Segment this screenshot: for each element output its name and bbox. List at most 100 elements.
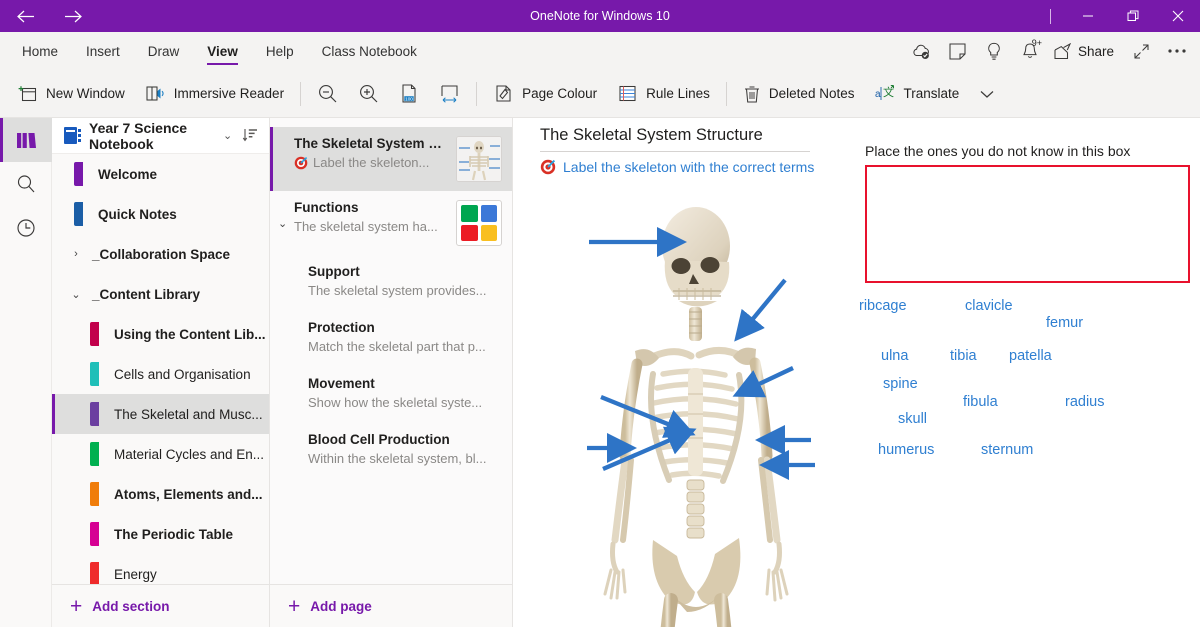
notebook-header[interactable]: Year 7 Science Notebook ⌄ [52,118,269,154]
word-patella[interactable]: patella [1009,348,1052,364]
minimize-button[interactable] [1065,0,1110,32]
share-button[interactable]: Share [1049,34,1122,68]
sidebar-item-welcome[interactable]: Welcome [52,154,269,194]
sidebar-item-label: The Skeletal and Musc... [114,406,263,422]
sidebar-item-material-cycles[interactable]: Material Cycles and En... [52,434,269,474]
tab-home[interactable]: Home [8,32,72,70]
sidebar-group-collaboration-space[interactable]: › _Collaboration Space [52,234,269,274]
toolbar-divider-3 [725,81,727,106]
annotation-arrow-ribcage [732,366,794,398]
tab-draw[interactable]: Draw [134,32,194,70]
ribbon-right-actions: 9+ Share [905,32,1194,70]
trash-icon [743,84,761,104]
left-navigation-rail [0,118,52,627]
add-page-button[interactable]: + Add page [270,584,512,627]
page-item-subtitle: The skeletal system ha... [294,219,438,234]
ellipsis-icon[interactable] [1160,34,1194,68]
page-colour-button[interactable]: Page Colour [483,75,607,113]
word-sternum[interactable]: sternum [981,442,1033,458]
recent-clock-icon[interactable] [0,206,52,250]
page-item-protection[interactable]: Protection Match the skeletal part that … [270,311,512,367]
search-icon[interactable] [0,162,52,206]
chevron-down-icon[interactable]: ⌄ [223,129,232,142]
deleted-notes-button[interactable]: Deleted Notes [733,75,865,113]
word-ribcage[interactable]: ribcage [859,298,907,314]
rule-lines-label: Rule Lines [646,86,710,101]
window-controls [1050,0,1200,32]
skeleton-image[interactable] [553,188,883,627]
sidebar-item-energy[interactable]: Energy [52,554,269,584]
new-window-button[interactable]: New Window [8,75,135,113]
zoom-in-button[interactable] [348,75,389,113]
lightbulb-tellme-icon[interactable] [977,34,1011,68]
expand-diagonal-icon[interactable] [1124,34,1158,68]
word-spine[interactable]: spine [883,376,918,392]
word-tibia[interactable]: tibia [950,348,977,364]
sidebar-item-periodic-table[interactable]: The Periodic Table [52,514,269,554]
sidebar-item-quick-notes[interactable]: Quick Notes [52,194,269,234]
maximize-restore-button[interactable] [1110,0,1155,32]
new-window-icon [18,84,38,103]
notifications-bell-icon[interactable]: 9+ [1013,34,1047,68]
word-ulna[interactable]: ulna [881,348,908,364]
tab-class-notebook[interactable]: Class Notebook [308,32,431,70]
translate-button[interactable]: a 文 Translate [864,75,969,113]
tab-view[interactable]: View [193,32,252,70]
sidebar-item-skeletal-and-muscular[interactable]: The Skeletal and Musc... [52,394,269,434]
chevron-right-icon[interactable]: › [66,248,86,260]
toolbar-overflow-button[interactable] [969,75,1005,113]
page-item-blood-cell-production[interactable]: Blood Cell Production Within the skeleta… [270,423,512,479]
sidebar-item-cells-and-organisation[interactable]: Cells and Organisation [52,354,269,394]
rule-lines-button[interactable]: Rule Lines [607,75,720,113]
page-item-skeletal-system-structure[interactable]: The Skeletal System St... Label the skel… [270,127,512,191]
notebooks-icon[interactable] [0,118,52,162]
word-clavicle[interactable]: clavicle [965,298,1013,314]
page-title[interactable]: The Skeletal System Structure [540,126,810,152]
learning-objective[interactable]: Label the skeleton with the correct term… [540,159,814,175]
sidebar-item-using-content-library[interactable]: Using the Content Lib... [52,314,269,354]
share-label: Share [1077,43,1114,59]
sidebar-group-content-library[interactable]: ⌄ _Content Library [52,274,269,314]
unknown-words-dropbox[interactable] [865,165,1190,283]
word-radius[interactable]: radius [1065,394,1105,410]
chevron-down-icon[interactable]: ⌄ [66,288,86,301]
sidebar-item-label: Using the Content Lib... [114,326,266,342]
back-arrow-icon[interactable] [10,1,40,31]
sidebar-item-atoms-elements[interactable]: Atoms, Elements and... [52,474,269,514]
page-item-functions[interactable]: ⌄ Functions The skeletal system ha... [270,191,512,255]
grid-cell-green [461,205,478,222]
add-section-button[interactable]: + Add section [52,584,269,627]
tab-help[interactable]: Help [252,32,308,70]
page-item-movement[interactable]: Movement Show how the skeletal syste... [270,367,512,423]
tab-insert[interactable]: Insert [72,32,134,70]
section-list: Welcome Quick Notes › _Collaboration Spa… [52,154,269,584]
rule-lines-icon [617,84,638,103]
page-item-title: Protection [308,320,375,335]
skeleton-thumbnail [456,136,502,182]
close-button[interactable] [1155,0,1200,32]
word-skull[interactable]: skull [898,411,927,427]
zoom-100-button[interactable]: 100 [389,75,429,113]
page-item-subtitle: Match the skeletal part that p... [308,339,486,354]
page-item-subtitle-row: Label the skeleton... [294,155,450,170]
section-colour-swatch [90,442,99,466]
sync-cloud-icon[interactable] [905,34,939,68]
immersive-reader-button[interactable]: Immersive Reader [135,75,294,113]
forward-arrow-icon[interactable] [58,1,88,31]
word-femur[interactable]: femur [1046,315,1083,331]
note-canvas[interactable]: The Skeletal System Structure Label the … [513,118,1200,627]
word-humerus[interactable]: humerus [878,442,934,458]
chevron-down-icon[interactable]: ⌄ [278,217,287,230]
page-width-button[interactable] [429,75,470,113]
word-fibula[interactable]: fibula [963,394,998,410]
zoom-out-button[interactable] [307,75,348,113]
sticky-note-icon[interactable] [941,34,975,68]
immersive-reader-icon [145,84,166,103]
notebook-icon [64,127,81,144]
page-item-text: Functions The skeletal system ha... [294,200,450,234]
sort-icon[interactable] [240,122,261,150]
grid-cell-red [461,224,478,241]
titlebar-nav [0,1,88,31]
section-colour-swatch [90,522,99,546]
page-item-support[interactable]: Support The skeletal system provides... [270,255,512,311]
